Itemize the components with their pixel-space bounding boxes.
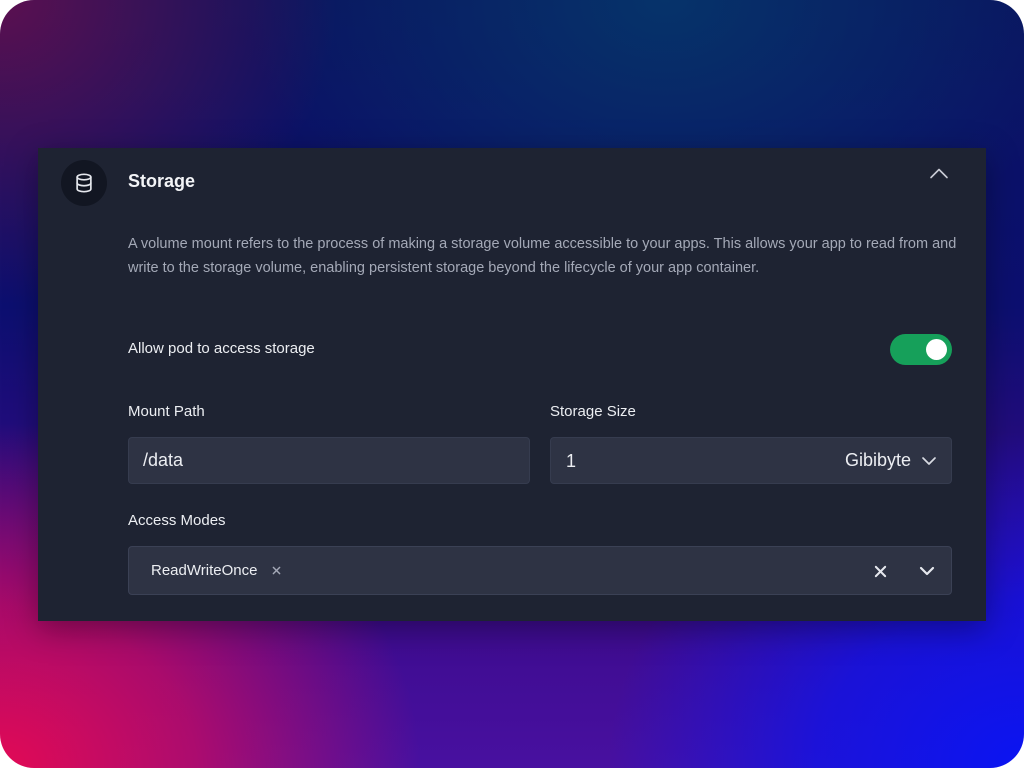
allow-access-toggle[interactable] xyxy=(890,334,952,365)
collapse-button[interactable] xyxy=(926,162,952,184)
background-frame: Storage A volume mount refers to the pro… xyxy=(0,0,1024,768)
storage-unit-label: Gibibyte xyxy=(844,450,911,470)
section-description: A volume mount refers to the process of … xyxy=(128,236,957,276)
access-modes-dropdown-button[interactable] xyxy=(915,559,939,583)
storage-size-value[interactable]: 1 xyxy=(566,451,576,472)
toggle-knob xyxy=(926,339,947,360)
storage-section-card: Storage A volume mount refers to the pro… xyxy=(38,148,986,621)
mount-path-label: Mount Path xyxy=(128,403,205,420)
chevron-down-icon xyxy=(919,566,935,576)
storage-size-field[interactable]: 1 Gibibyte xyxy=(550,437,952,484)
clear-selection-button[interactable] xyxy=(868,559,892,583)
storage-unit-select[interactable]: Gibibyte xyxy=(845,438,937,483)
chip-remove-button[interactable] xyxy=(267,562,285,580)
access-modes-label: Access Modes xyxy=(128,512,226,529)
allow-access-label: Allow pod to access storage xyxy=(128,340,315,357)
mount-path-input[interactable] xyxy=(128,437,530,484)
chevron-down-icon xyxy=(922,456,936,465)
storage-size-label: Storage Size xyxy=(550,403,636,420)
close-icon xyxy=(272,566,281,575)
access-mode-chip: ReadWriteOnce xyxy=(137,554,286,587)
access-mode-chip-label: ReadWriteOnce xyxy=(151,562,258,579)
section-title: Storage xyxy=(128,171,196,191)
database-icon xyxy=(61,160,107,206)
access-modes-select[interactable]: ReadWriteOnce xyxy=(128,546,952,595)
chevron-up-icon xyxy=(930,168,948,179)
close-icon xyxy=(874,565,886,577)
